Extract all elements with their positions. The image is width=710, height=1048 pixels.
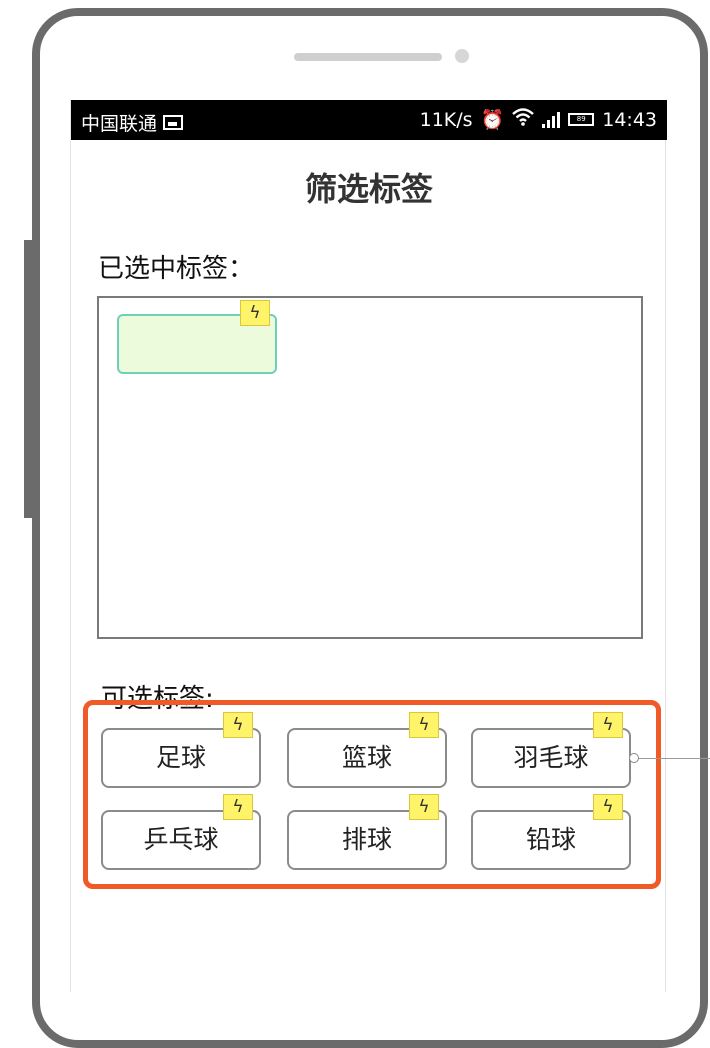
interaction-bolt-icon: ϟ [409,712,439,738]
battery-icon: 89 [568,113,595,126]
battery-level: 89 [576,115,586,123]
status-bar: 中国联通 11K/s ⏰ 89 14:43 [71,100,667,140]
front-camera [455,49,469,63]
annotation-connector-line [631,758,710,759]
interaction-bolt-icon: ϟ [223,712,253,738]
carrier-label: 中国联通 [81,113,158,135]
signal-strength-icon [542,111,561,128]
speaker-grille [294,53,442,61]
interaction-bolt-icon: ϟ [223,794,253,820]
interaction-bolt-icon: ϟ [593,712,623,738]
status-left: 中国联通 [81,109,184,136]
wifi-icon [512,108,535,131]
interaction-bolt-icon: ϟ [240,300,270,326]
page-title: 筛选标签 [304,170,433,208]
selected-tags-label: 已选中标签： [98,254,255,284]
status-right: 11K/s ⏰ 89 14:43 [420,108,657,131]
annotation-connector-dot [629,753,639,763]
interaction-bolt-icon: ϟ [593,794,623,820]
image-notification-icon [163,115,184,130]
alarm-clock-icon: ⏰ [480,109,505,131]
interaction-bolt-icon: ϟ [409,794,439,820]
screen: 中国联通 11K/s ⏰ 89 14:43 筛选标签 已选中标签： ϟ 可选标签… [70,100,710,992]
network-speed: 11K/s [419,108,473,131]
clock-time: 14:43 [602,108,657,131]
side-button [24,240,34,518]
